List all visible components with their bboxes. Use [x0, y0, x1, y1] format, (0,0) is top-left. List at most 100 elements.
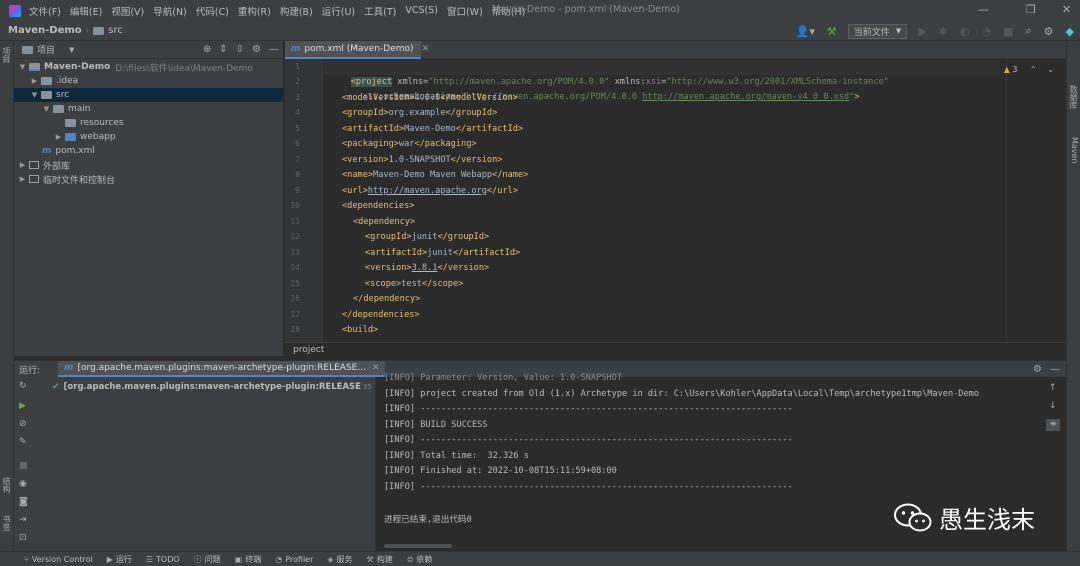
tree-item-src[interactable]: ▼ src — [14, 88, 283, 102]
expand-arrow-icon[interactable]: ▼ — [30, 91, 39, 99]
collapse-arrow-icon[interactable]: ▶ — [18, 175, 27, 183]
collapse-arrow-icon[interactable]: ▶ — [18, 161, 27, 169]
structure-tool-tab[interactable]: 结构 — [2, 477, 12, 493]
stop-icon[interactable]: ■ — [1003, 25, 1013, 38]
hide-icon[interactable]: — — [1050, 364, 1060, 375]
menu-build[interactable]: 构建(B) — [280, 4, 313, 18]
bookmarks-tool-tab[interactable]: 书签 — [2, 515, 12, 531]
code-line-4: <groupId>org.example</groupId> — [342, 108, 498, 118]
menu-navigate[interactable]: 导航(N) — [153, 4, 187, 18]
status-services[interactable]: ◈ 服务 — [327, 554, 352, 565]
chevron-down-icon[interactable]: ▼ — [69, 46, 74, 54]
breadcrumb-src[interactable]: src — [108, 25, 123, 36]
status-dependencies[interactable]: ⊜ 依赖 — [407, 554, 433, 565]
tab-maven-run[interactable]: m [org.apache.maven.plugins:maven-archet… — [58, 361, 386, 377]
menu-vcs[interactable]: VCS(S) — [405, 5, 438, 16]
stop-icon[interactable]: ■ — [19, 461, 28, 471]
play-icon[interactable]: ▶ — [19, 401, 26, 411]
breadcrumb-project-tag[interactable]: project — [293, 345, 324, 355]
arrow-up-icon[interactable]: ↑ — [1049, 383, 1057, 393]
status-profiler[interactable]: ◔ Profiler — [275, 555, 313, 564]
close-icon[interactable]: ✕ — [1062, 3, 1071, 16]
expand-all-icon[interactable]: ⇕ — [219, 44, 227, 55]
add-user-icon[interactable]: 👤▾ — [796, 25, 815, 38]
menu-edit[interactable]: 编辑(E) — [70, 4, 102, 18]
exit-icon[interactable]: ⇥ — [19, 515, 27, 525]
tree-item-main[interactable]: ▼ main — [14, 102, 283, 116]
project-tool-tab[interactable]: 项目 — [2, 47, 12, 63]
breadcrumb-project[interactable]: Maven-Demo — [8, 25, 82, 36]
status-version-control[interactable]: ⑂ Version Control — [24, 555, 93, 564]
console-line: [INFO] Parameter: Version, Value: 1.0-SN… — [384, 373, 622, 383]
tree-item-idea[interactable]: ▶ .idea — [14, 74, 283, 88]
inspection-widget[interactable]: ▲ 3 ⌃ ⌄ — [1004, 65, 1054, 74]
menu-code[interactable]: 代码(C) — [196, 4, 229, 18]
toggle-icon[interactable]: ⊘ — [19, 419, 27, 429]
soft-wrap-icon[interactable]: ≡ — [1046, 419, 1060, 431]
tree-item-pom[interactable]: m pom.xml — [14, 144, 283, 158]
menu-window[interactable]: 窗口(W) — [447, 4, 483, 18]
locate-icon[interactable]: ⊕ — [203, 44, 211, 55]
maven-icon: m — [291, 44, 301, 54]
maven-tool-tab[interactable]: Maven — [1069, 137, 1079, 164]
code-line-12: <groupId>junit</groupId> — [365, 232, 490, 242]
gear-icon[interactable]: ⚙ — [1033, 364, 1042, 375]
run-icon[interactable]: ▶ — [918, 25, 926, 38]
editor-tab-bar: m pom.xml (Maven-Demo) ✕ — [285, 41, 1066, 59]
tree-item-label: main — [68, 104, 91, 114]
menu-run[interactable]: 运行(U) — [322, 4, 355, 18]
rerun-icon[interactable]: ↻ — [19, 381, 27, 391]
camera-icon[interactable]: ◙ — [19, 497, 28, 507]
chevron-down-icon[interactable]: ⌄ — [1047, 65, 1054, 74]
tree-item-webapp[interactable]: ▶ webapp — [14, 130, 283, 144]
tree-item-scratches[interactable]: ▶ 临时文件和控制台 — [14, 172, 283, 186]
tree-item-external-libraries[interactable]: ▶ 外部库 — [14, 158, 283, 172]
arrow-down-icon[interactable]: ↓ — [1049, 401, 1057, 411]
status-build[interactable]: ⚒ 构建 — [367, 554, 393, 565]
gear-icon[interactable]: ⚙ — [1044, 25, 1054, 38]
status-bar: ⑂ Version Control ▶ 运行 ☰ TODO ⓘ 问题 ▣ 终端 … — [0, 551, 1080, 566]
tree-item-resources[interactable]: resources — [14, 116, 283, 130]
expand-arrow-icon[interactable]: ▼ — [18, 63, 27, 71]
status-run[interactable]: ▶ 运行 — [107, 554, 132, 565]
eye-icon[interactable]: ◉ — [19, 479, 27, 489]
pin-icon[interactable]: ⊡ — [19, 533, 27, 543]
project-panel-title[interactable]: 项目 — [37, 43, 55, 56]
search-icon[interactable]: ⌕ — [1025, 24, 1031, 38]
code-line-17: </dependencies> — [342, 310, 420, 320]
minimize-icon[interactable]: — — [978, 3, 989, 16]
code-line-8: <name>Maven-Demo Maven Webapp</name> — [342, 170, 529, 180]
hide-icon[interactable]: — — [269, 44, 279, 55]
folder-icon — [41, 91, 52, 99]
expand-arrow-icon[interactable]: ▼ — [42, 105, 51, 113]
gear-icon[interactable]: ⚙ — [252, 44, 261, 55]
menu-refactor[interactable]: 重构(R) — [238, 4, 271, 18]
menu-tools[interactable]: 工具(T) — [364, 4, 396, 18]
collapse-arrow-icon[interactable]: ▶ — [54, 133, 63, 141]
debug-icon[interactable]: ✱ — [939, 25, 948, 38]
collapse-arrow-icon[interactable]: ▶ — [30, 77, 39, 85]
wrench-icon[interactable]: ✎ — [19, 437, 27, 447]
maximize-icon[interactable]: ❐ — [1026, 3, 1036, 16]
run-configuration-select[interactable]: 当前文件 ▼ — [847, 23, 908, 39]
status-todo[interactable]: ☰ TODO — [146, 555, 180, 564]
collapse-all-icon[interactable]: ⇳ — [236, 44, 244, 55]
run-tree-item[interactable]: ✔ [org.apache.maven.plugins:maven-archet… — [52, 380, 372, 394]
toolbox-icon[interactable]: ◆ — [1066, 25, 1074, 38]
profile-icon[interactable]: ◔ — [981, 25, 991, 38]
status-terminal[interactable]: ▣ 终端 — [235, 554, 262, 565]
close-icon[interactable]: ✕ — [372, 363, 380, 373]
hammer-icon[interactable]: ⚒ — [827, 25, 837, 38]
coverage-icon[interactable]: ◐ — [960, 25, 970, 38]
menu-view[interactable]: 视图(V) — [111, 4, 144, 18]
database-tool-tab[interactable]: 数据库 — [1069, 85, 1079, 109]
status-problems[interactable]: ⓘ 问题 — [194, 554, 221, 565]
status-label: TODO — [156, 554, 180, 564]
tab-pom-xml[interactable]: m pom.xml (Maven-Demo) ✕ — [285, 41, 429, 59]
console-horizontal-scrollbar[interactable] — [384, 544, 452, 548]
menu-file[interactable]: 文件(F) — [29, 4, 61, 18]
code-editor[interactable]: 1 2 3 4 5 6 7 8 9 10 11 12 13 14 15 16 1… — [285, 59, 1066, 342]
tree-item-maven-demo[interactable]: ▼ Maven-Demo D:\files\软件\idea\Maven-Demo — [14, 60, 283, 74]
close-icon[interactable]: ✕ — [422, 44, 430, 54]
chevron-up-icon[interactable]: ⌃ — [1030, 65, 1037, 74]
